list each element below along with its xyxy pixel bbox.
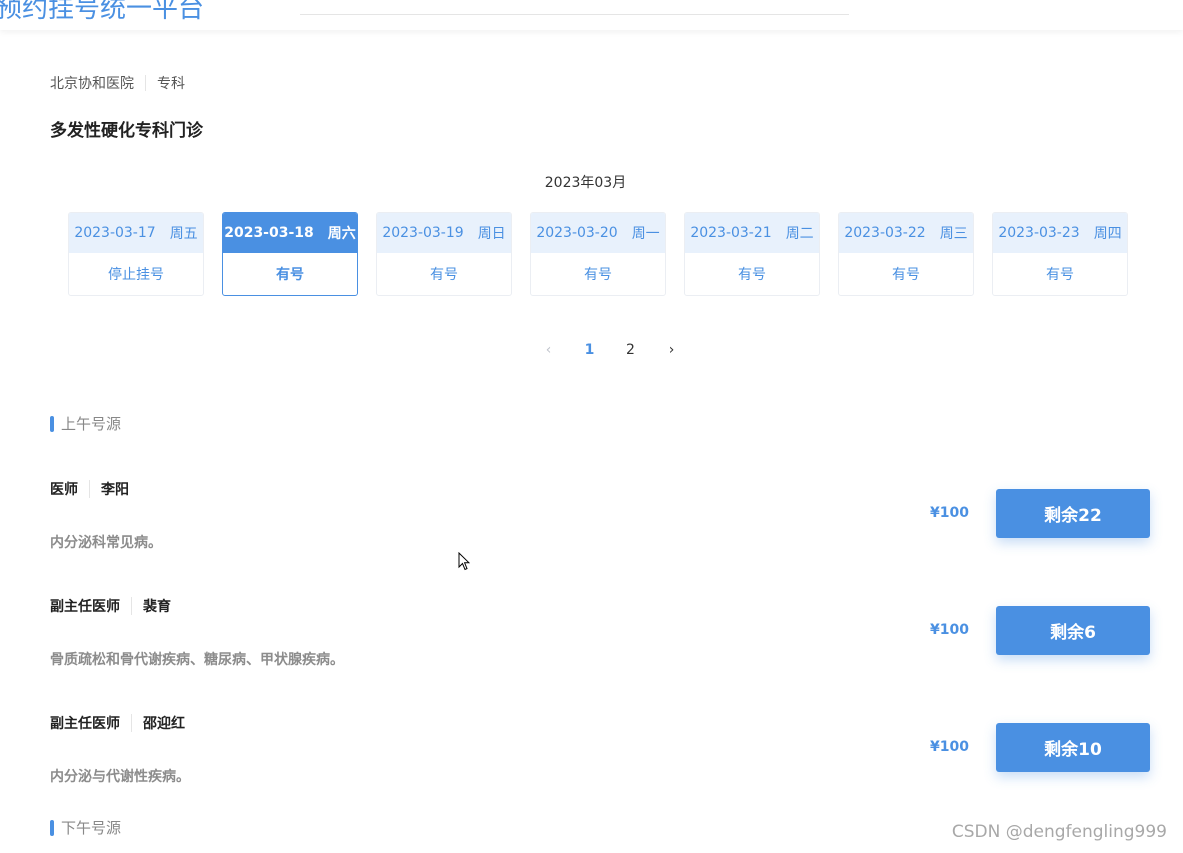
doctor-row: 副主任医师 裴育 骨质疏松和骨代谢疾病、糖尿病、甲状腺疾病。 ¥100 剩余6 [50,596,1150,686]
breadcrumb: 北京协和医院 专科 [50,73,185,93]
breadcrumb-divider [145,75,146,91]
date-text: 2023-03-22 [844,225,926,241]
date-text: 2023-03-18 [224,225,314,241]
doctor-title: 医师 [50,482,78,498]
page-number-1[interactable]: 1 [569,338,610,362]
date-status: 有号 [1046,267,1074,283]
breadcrumb-category[interactable]: 专科 [157,73,185,93]
doctor-specialty: 内分泌科常见病。 [50,535,162,551]
date-card[interactable]: 2023-03-18 周六 有号 [222,212,358,296]
section-marker [50,415,54,432]
date-card[interactable]: 2023-03-23 周四 有号 [992,212,1128,296]
date-text: 2023-03-20 [536,225,618,241]
prev-page-button[interactable]: ‹ [528,338,569,362]
next-page-button[interactable]: › [651,338,692,362]
date-card-header: 2023-03-17 周五 [69,213,203,253]
calendar-month: 2023年03月 [544,175,627,191]
weekday-text: 周四 [1093,226,1122,242]
date-status: 有号 [276,267,304,283]
date-status: 有号 [430,267,458,283]
doctor-row: 副主任医师 邵迎红 内分泌与代谢性疾病。 ¥100 剩余10 [50,713,1150,803]
doctor-header: 副主任医师 邵迎红 [50,713,185,733]
remaining-slots-button[interactable]: 剩余22 [996,489,1150,538]
doctor-price: ¥100 [930,622,969,638]
date-card[interactable]: 2023-03-21 周二 有号 [684,212,820,296]
morning-section-title: 上午号源 [50,413,121,434]
search-input[interactable] [300,14,849,15]
doctor-header: 副主任医师 裴育 [50,596,171,616]
doctor-title: 副主任医师 [50,599,120,615]
date-text: 2023-03-23 [998,225,1080,241]
date-card-header: 2023-03-21 周二 [685,213,819,253]
top-bar: 预约挂号统一平台 [0,0,1183,30]
weekday-text: 周三 [939,226,968,242]
date-card[interactable]: 2023-03-19 周日 有号 [376,212,512,296]
doctor-specialty: 内分泌与代谢性疾病。 [50,769,190,785]
doctor-specialty: 骨质疏松和骨代谢疾病、糖尿病、甲状腺疾病。 [50,652,344,668]
date-text: 2023-03-17 [74,225,156,241]
doctor-row: 医师 李阳 内分泌科常见病。 ¥100 剩余22 [50,479,1150,569]
date-list: 2023-03-17 周五 停止挂号 2023-03-18 周六 有号 2023… [68,212,1128,296]
doctor-price: ¥100 [930,505,969,521]
section-label: 下午号源 [61,819,122,837]
date-card[interactable]: 2023-03-20 周一 有号 [530,212,666,296]
weekday-text: 周二 [785,226,814,242]
doctor-name: 邵迎红 [143,716,185,732]
date-status: 有号 [892,267,920,283]
page-number-2[interactable]: 2 [610,338,651,362]
doctor-name: 裴育 [143,599,171,615]
section-marker [50,819,54,836]
mouse-cursor-icon [458,552,470,571]
doctor-divider [131,597,132,615]
date-pager: ‹ 1 2 › [528,338,692,362]
date-card[interactable]: 2023-03-17 周五 停止挂号 [68,212,204,296]
date-card-header: 2023-03-23 周四 [993,213,1127,253]
watermark-text: CSDN @dengfengling999 [951,822,1167,842]
doctor-price: ¥100 [930,739,969,755]
doctor-divider [131,714,132,732]
doctor-name: 李阳 [101,482,129,498]
date-card-header: 2023-03-19 周日 [377,213,511,253]
doctor-title: 副主任医师 [50,716,120,732]
date-status: 有号 [584,267,612,283]
date-text: 2023-03-19 [382,225,464,241]
chevron-left-icon: ‹ [545,342,552,358]
doctor-header: 医师 李阳 [50,479,129,499]
date-status: 有号 [738,267,766,283]
doctor-divider [89,480,90,498]
date-card-header: 2023-03-22 周三 [839,213,973,253]
afternoon-section-title: 下午号源 [50,817,121,838]
date-card-header: 2023-03-18 周六 [223,213,357,253]
weekday-text: 周六 [327,226,356,242]
department-title: 多发性硬化专科门诊 [50,121,203,141]
weekday-text: 周日 [477,226,506,242]
date-text: 2023-03-21 [690,225,772,241]
remaining-slots-button[interactable]: 剩余6 [996,606,1150,655]
remaining-slots-button[interactable]: 剩余10 [996,723,1150,772]
brand-title[interactable]: 预约挂号统一平台 [0,0,204,25]
date-card[interactable]: 2023-03-22 周三 有号 [838,212,974,296]
chevron-right-icon: › [668,342,675,358]
weekday-text: 周一 [631,226,660,242]
weekday-text: 周五 [169,226,198,242]
section-label: 上午号源 [61,415,122,433]
date-card-header: 2023-03-20 周一 [531,213,665,253]
date-status: 停止挂号 [108,267,164,283]
breadcrumb-hospital[interactable]: 北京协和医院 [50,73,134,93]
